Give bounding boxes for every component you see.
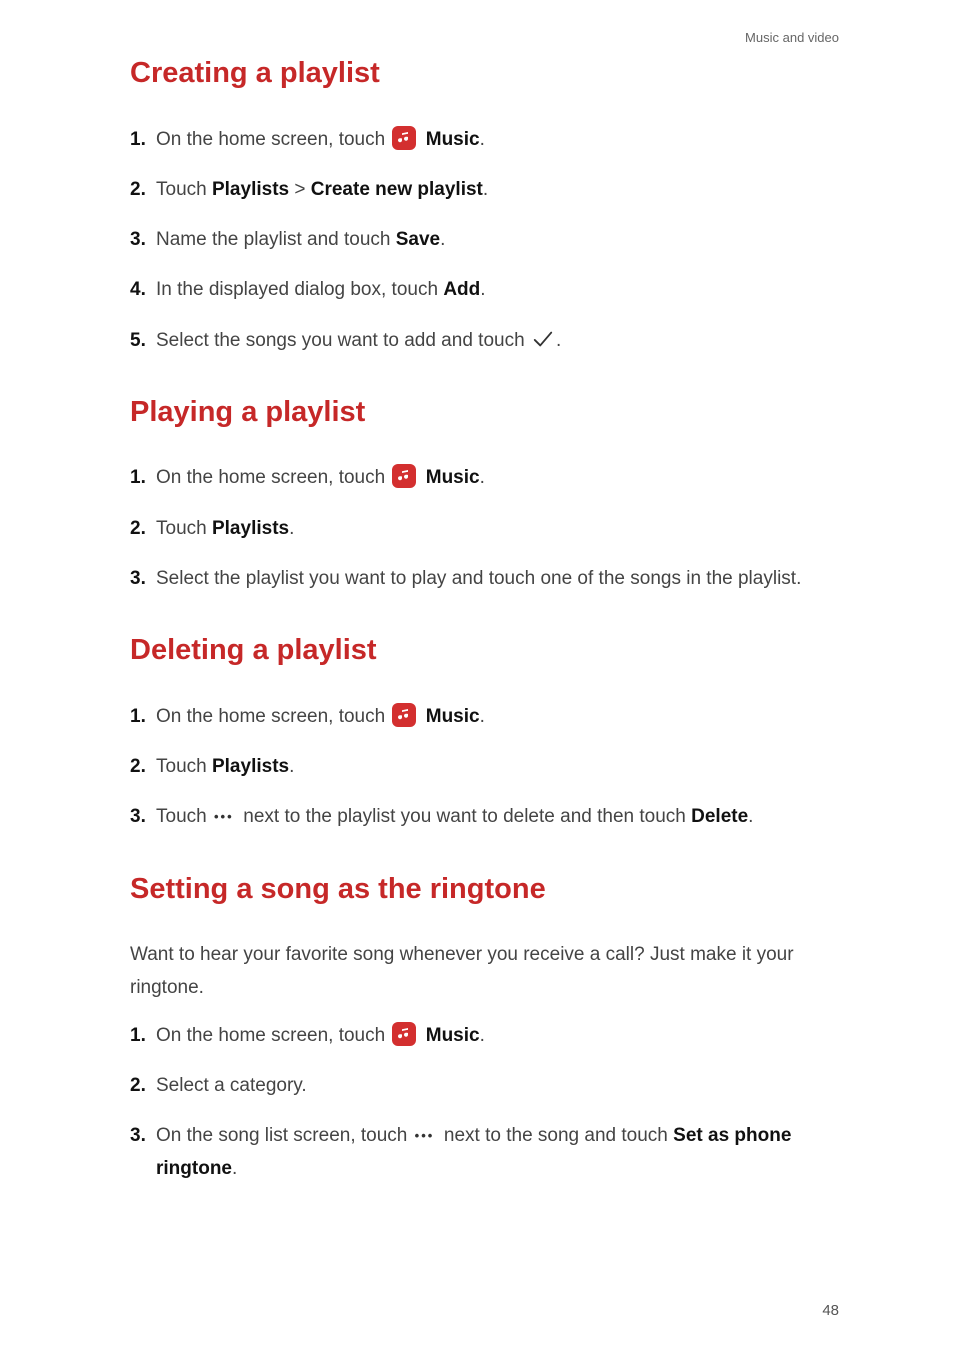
section-heading: Setting a song as the ringtone <box>130 868 839 912</box>
ui-label: Playlists <box>212 518 289 539</box>
music-app-icon <box>392 703 416 727</box>
step-item: Touch ••• next to the playlist you want … <box>130 801 839 833</box>
music-app-icon <box>392 1022 416 1046</box>
app-label: Music <box>426 1025 480 1046</box>
step-item: On the home screen, touch Music. <box>130 124 839 156</box>
section-heading: Creating a playlist <box>130 52 839 96</box>
step-list: On the home screen, touch Music. Touch Pl… <box>130 701 839 834</box>
step-item: On the home screen, touch Music. <box>130 462 839 494</box>
app-label: Music <box>426 467 480 488</box>
step-list: On the home screen, touch Music. Touch Pl… <box>130 462 839 595</box>
step-item: Touch Playlists. <box>130 751 839 783</box>
ui-label: Create new playlist <box>311 179 483 200</box>
page-content: Creating a playlist On the home screen, t… <box>130 52 839 1185</box>
step-list: On the home screen, touch Music. Touch Pl… <box>130 124 839 357</box>
step-item: Select a category. <box>130 1070 839 1102</box>
more-dots-icon: ••• <box>415 1125 437 1147</box>
step-item: Touch Playlists > Create new playlist. <box>130 174 839 206</box>
ui-label: Delete <box>691 806 748 827</box>
ui-label: Playlists <box>212 756 289 777</box>
step-item: On the home screen, touch Music. <box>130 701 839 733</box>
step-item: Touch Playlists. <box>130 513 839 545</box>
music-app-icon <box>392 464 416 488</box>
step-list: On the home screen, touch Music. Select a… <box>130 1020 839 1185</box>
page-number: 48 <box>822 1300 839 1323</box>
section-intro: Want to hear your favorite song whenever… <box>130 939 839 1004</box>
step-item: On the home screen, touch Music. <box>130 1020 839 1052</box>
app-label: Music <box>426 129 480 150</box>
app-label: Music <box>426 706 480 727</box>
checkmark-icon <box>532 328 554 348</box>
section-heading: Playing a playlist <box>130 391 839 435</box>
step-item: Select the playlist you want to play and… <box>130 563 839 595</box>
ui-label: Save <box>396 229 440 250</box>
step-item: Select the songs you want to add and tou… <box>130 325 839 357</box>
music-app-icon <box>392 126 416 150</box>
ui-label: Set as phone ringtone <box>156 1125 791 1178</box>
step-item: In the displayed dialog box, touch Add. <box>130 274 839 306</box>
ui-label: Add <box>443 279 480 300</box>
more-dots-icon: ••• <box>214 806 236 828</box>
step-item: On the song list screen, touch ••• next … <box>130 1120 839 1185</box>
ui-label: Playlists <box>212 179 289 200</box>
step-item: Name the playlist and touch Save. <box>130 224 839 256</box>
page-header: Music and video <box>745 28 839 48</box>
section-heading: Deleting a playlist <box>130 629 839 673</box>
